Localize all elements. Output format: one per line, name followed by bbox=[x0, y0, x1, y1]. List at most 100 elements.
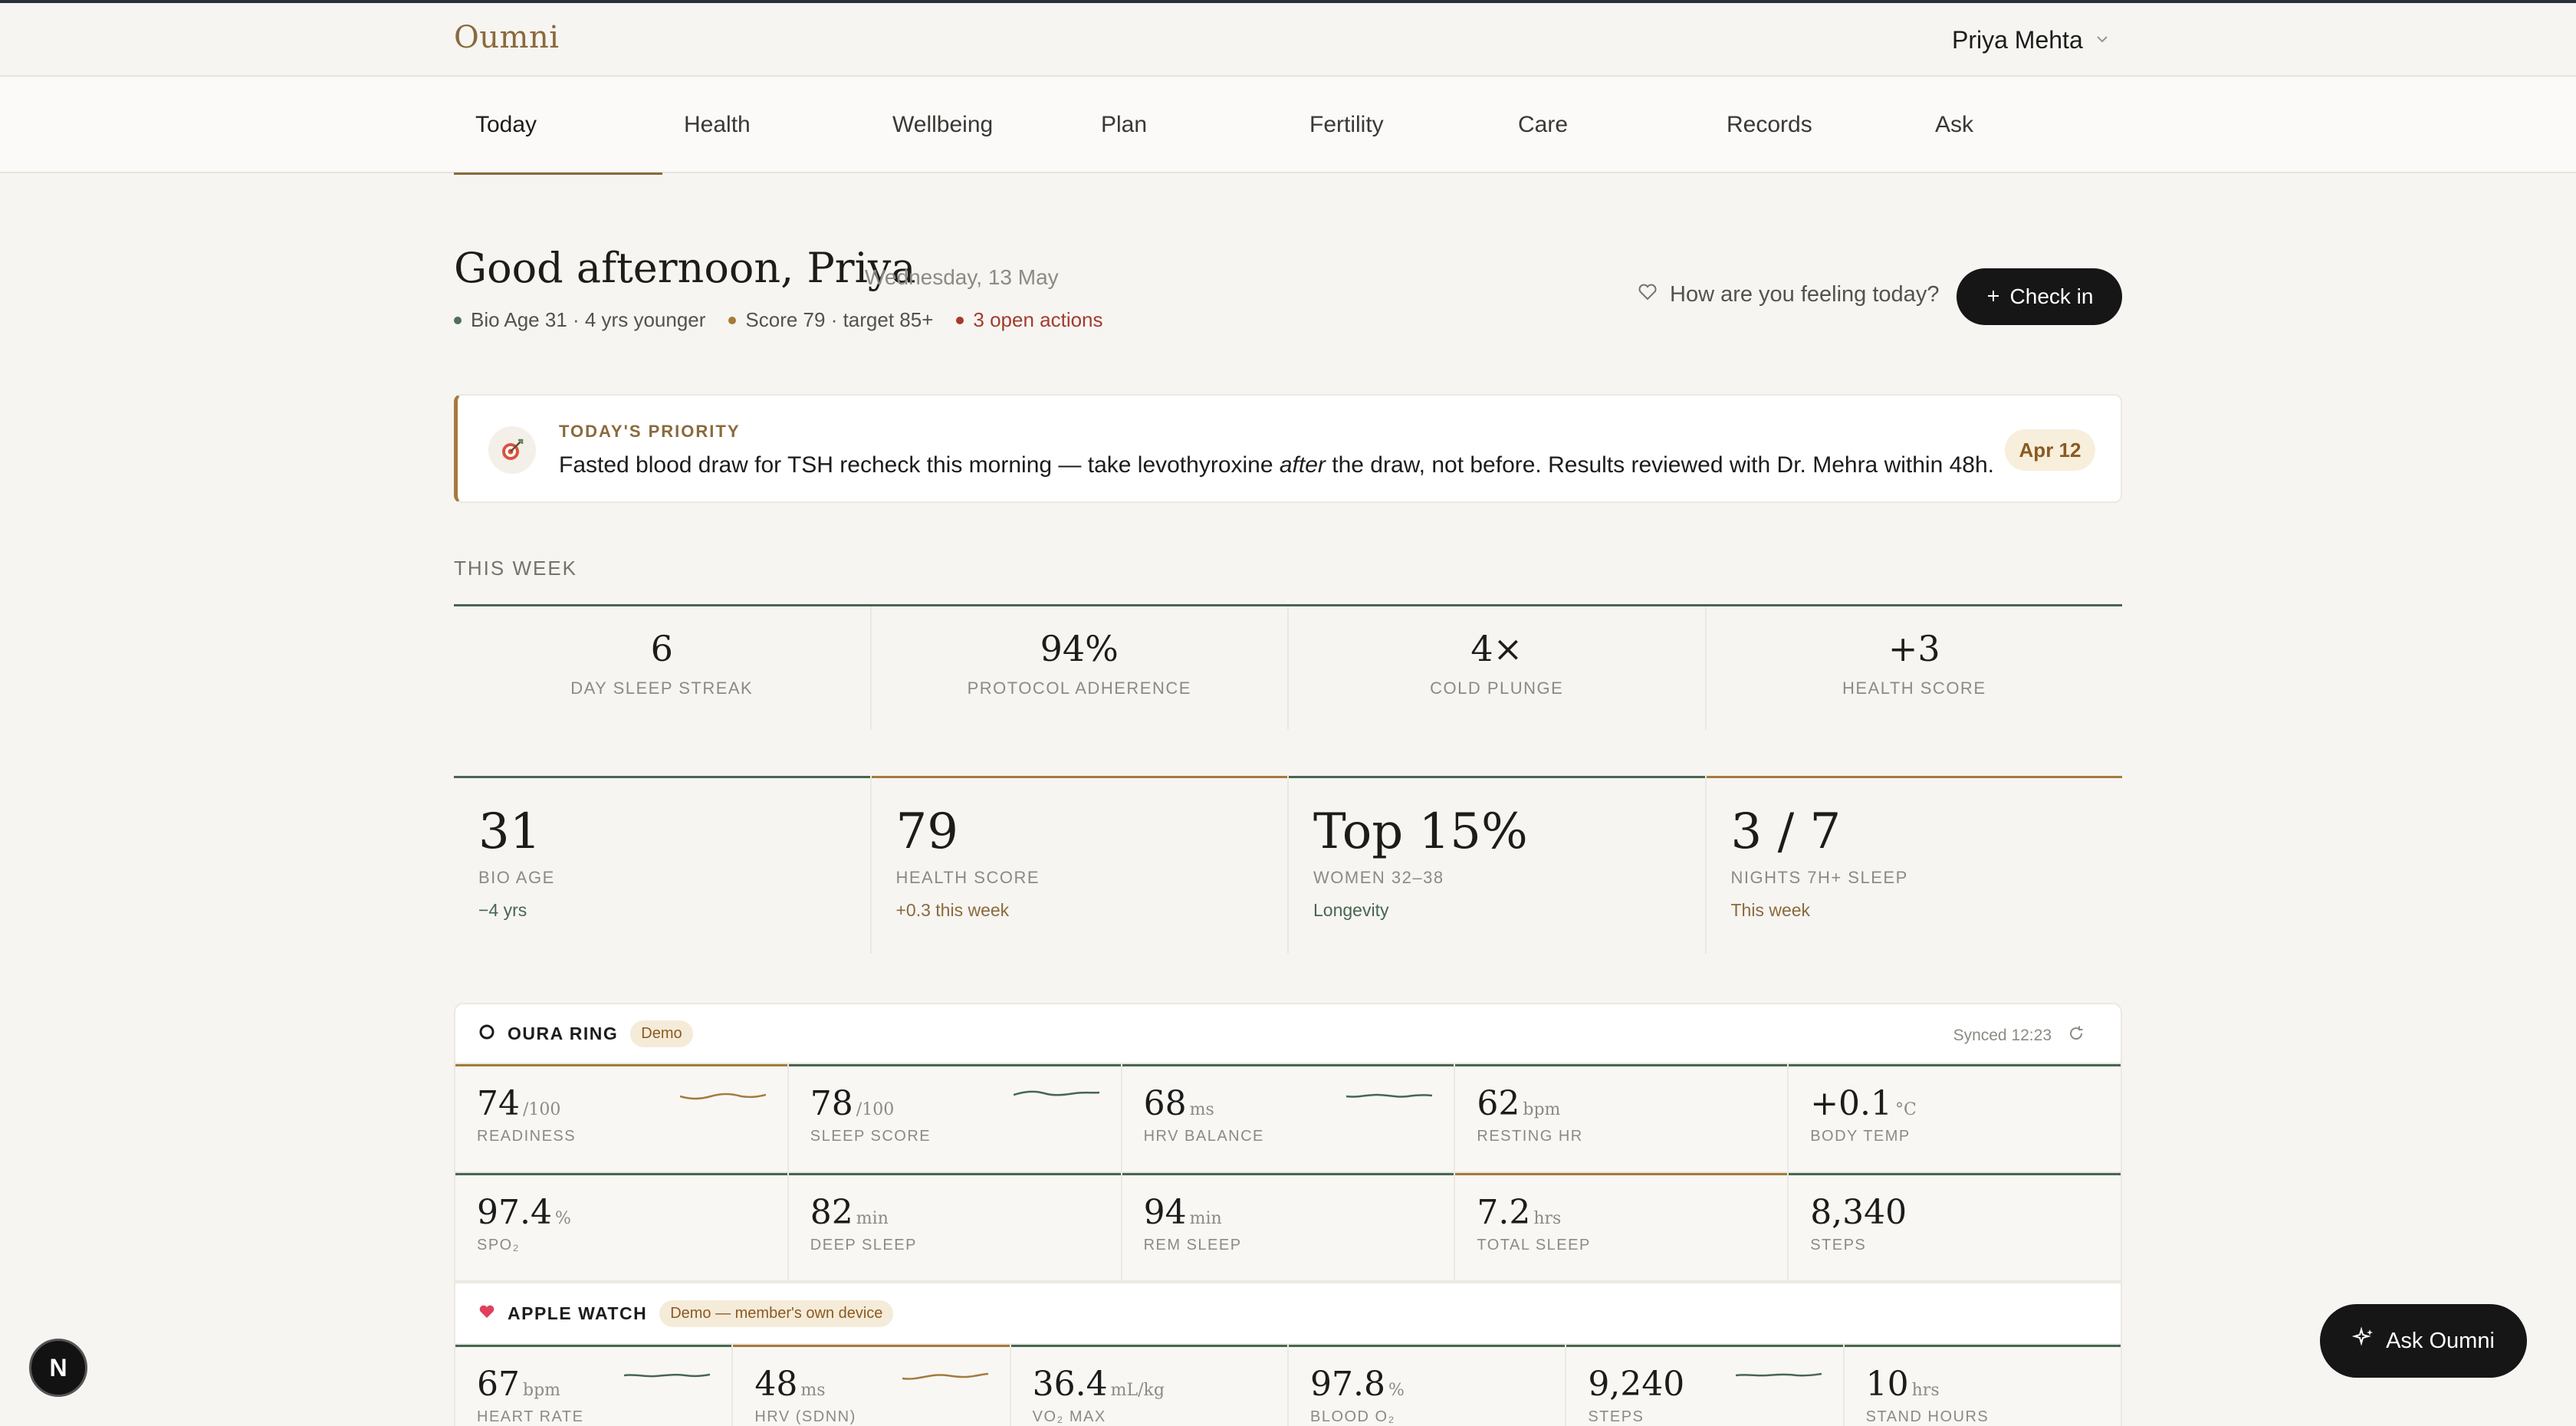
target-icon bbox=[488, 426, 536, 474]
stat-sleep-nights[interactable]: 3 / 7 NIGHTS 7H+ SLEEP This week bbox=[1706, 776, 2123, 954]
stat-sub: −4 yrs bbox=[478, 900, 527, 920]
week-stat-label: HEALTH SCORE bbox=[1842, 678, 1986, 698]
tab-label: Records bbox=[1727, 112, 1812, 137]
metric-value: 10 bbox=[1865, 1365, 1909, 1404]
sparkline bbox=[1735, 1372, 1822, 1377]
metric-vo2-max[interactable]: 36.4 mL/kg VO₂ MAX bbox=[1010, 1345, 1289, 1426]
metric-body-temp[interactable]: +0.1 °C BODY TEMP bbox=[1789, 1064, 2121, 1171]
metric-resting-hr[interactable]: 62 bpm RESTING HR bbox=[1455, 1064, 1789, 1171]
metric-unit: bpm bbox=[1523, 1100, 1561, 1119]
meta-text: Score 79 · target 85+ bbox=[745, 308, 934, 331]
metric-value: 36.4 bbox=[1032, 1365, 1108, 1404]
meta-text: 3 open actions bbox=[973, 308, 1103, 331]
metric-label: READINESS bbox=[477, 1128, 577, 1145]
metric-unit: ms bbox=[1189, 1100, 1214, 1119]
tab-records[interactable]: Records bbox=[1705, 77, 1914, 173]
metric-row: 67 bpm HEART RATE 48 ms HRV (SDNN) 36.4 mL/… bbox=[455, 1345, 2121, 1426]
metric-value: 7.2 bbox=[1477, 1193, 1531, 1232]
stat-value: 3 / 7 bbox=[1730, 803, 1842, 860]
metric-label: SLEEP SCORE bbox=[810, 1128, 932, 1145]
metric-steps-watch[interactable]: 9,240 STEPS bbox=[1566, 1345, 1845, 1426]
brand-logo[interactable]: Oumni bbox=[454, 20, 560, 55]
stat-bio-age[interactable]: 31 BIO AGE −4 yrs bbox=[454, 776, 872, 954]
metric-blood-oxygen[interactable]: 97.8% BLOOD O₂ bbox=[1288, 1345, 1567, 1426]
metric-readiness[interactable]: 74/100 READINESS bbox=[455, 1064, 789, 1171]
metric-spo2[interactable]: 97.4% SPO₂ bbox=[455, 1173, 789, 1280]
demo-badge: Demo bbox=[630, 1020, 693, 1047]
tab-health[interactable]: Health bbox=[662, 77, 871, 173]
metric-unit: /100 bbox=[856, 1100, 895, 1119]
metric-sleep-score[interactable]: 78/100 SLEEP SCORE bbox=[788, 1064, 1122, 1171]
tab-label: Ask bbox=[1935, 112, 1974, 137]
metric-label: RESTING HR bbox=[1477, 1128, 1583, 1145]
week-stat-label: COLD PLUNGE bbox=[1430, 678, 1564, 698]
metric-label: HRV (SDNN) bbox=[754, 1408, 856, 1425]
ring-icon bbox=[478, 1024, 495, 1044]
stat-percentile[interactable]: Top 15% WOMEN 32–38 Longevity bbox=[1289, 776, 1707, 954]
dev-tools-badge[interactable]: N bbox=[29, 1339, 87, 1397]
week-stat: 6 DAY SLEEP STREAK bbox=[454, 606, 872, 730]
metric-hrv-sdnn[interactable]: 48 ms HRV (SDNN) bbox=[733, 1345, 1011, 1426]
tab-wellbeing[interactable]: Wellbeing bbox=[871, 77, 1079, 173]
metric-deep-sleep[interactable]: 82 min DEEP SLEEP bbox=[788, 1173, 1122, 1280]
sync-status: Synced 12:23 bbox=[1953, 1024, 2085, 1047]
device-header: APPLE WATCH Demo — member's own device bbox=[455, 1283, 2121, 1345]
metric-label: VO₂ MAX bbox=[1032, 1408, 1106, 1425]
tab-label: Wellbeing bbox=[892, 112, 994, 137]
meta-score: Score 79 · target 85+ bbox=[728, 308, 933, 332]
stat-health-score[interactable]: 79 HEALTH SCORE +0.3 this week bbox=[871, 776, 1289, 954]
tab-plan[interactable]: Plan bbox=[1079, 77, 1288, 173]
week-stat-value: 94% bbox=[1040, 628, 1119, 669]
metric-stand-hours[interactable]: 10 hrs STAND HOURS bbox=[1844, 1345, 2121, 1426]
device-name: OURA RING bbox=[508, 1023, 619, 1043]
tab-label: Health bbox=[684, 112, 751, 137]
week-stat-value: +3 bbox=[1888, 628, 1940, 669]
priority-card[interactable]: TODAY'S PRIORITY Fasted blood draw for T… bbox=[454, 394, 2122, 503]
tab-label: Fertility bbox=[1309, 112, 1384, 137]
meta-open-actions[interactable]: 3 open actions bbox=[956, 308, 1103, 332]
key-stats: 31 BIO AGE −4 yrs 79 HEALTH SCORE +0.3 this … bbox=[454, 776, 2122, 954]
stat-sub: +0.3 this week bbox=[895, 900, 1010, 920]
metric-label: STEPS bbox=[1588, 1408, 1644, 1425]
feeling-text: How are you feeling today? bbox=[1670, 282, 1940, 307]
stat-value: 79 bbox=[895, 803, 958, 860]
feeling-prompt[interactable]: How are you feeling today? bbox=[1638, 282, 1939, 307]
sparkline bbox=[1346, 1093, 1433, 1098]
metric-hrv-balance[interactable]: 68 ms HRV BALANCE bbox=[1122, 1064, 1456, 1171]
metric-total-sleep[interactable]: 7.2 hrs TOTAL SLEEP bbox=[1455, 1173, 1789, 1280]
refresh-icon[interactable] bbox=[2067, 1024, 2085, 1047]
metric-heart-rate[interactable]: 67 bpm HEART RATE bbox=[455, 1345, 734, 1426]
priority-text: Fasted blood draw for TSH recheck this m… bbox=[559, 452, 1994, 478]
user-menu[interactable]: Priya Mehta bbox=[1952, 26, 2114, 54]
stat-label: BIO AGE bbox=[478, 868, 555, 887]
top-bar: Oumni Priya Mehta bbox=[0, 3, 2576, 77]
metric-value: 74 bbox=[477, 1084, 520, 1123]
tab-ask[interactable]: Ask bbox=[1914, 77, 2122, 173]
metric-unit: % bbox=[1388, 1381, 1405, 1400]
tab-care[interactable]: Care bbox=[1497, 77, 1705, 173]
week-stat: 4× COLD PLUNGE bbox=[1289, 606, 1707, 730]
apple-watch-panel: APPLE WATCH Demo — member's own device 6… bbox=[454, 1283, 2122, 1426]
metric-rem-sleep[interactable]: 94 min REM SLEEP bbox=[1122, 1173, 1456, 1280]
ask-oumni-button[interactable]: Ask Oumni bbox=[2320, 1304, 2527, 1378]
metric-unit: hrs bbox=[1533, 1209, 1562, 1228]
section-title-this-week: THIS WEEK bbox=[454, 557, 578, 580]
heart-icon bbox=[478, 1304, 495, 1323]
metric-unit: min bbox=[856, 1209, 889, 1228]
metric-label: BLOOD O₂ bbox=[1309, 1408, 1395, 1425]
sync-time: Synced 12:23 bbox=[1953, 1027, 2052, 1044]
tab-fertility[interactable]: Fertility bbox=[1288, 77, 1497, 173]
priority-text-part: Fasted blood draw for TSH recheck this m… bbox=[559, 452, 1280, 478]
stat-sub: This week bbox=[1730, 900, 1811, 920]
week-stat: +3 HEALTH SCORE bbox=[1707, 606, 2123, 730]
metric-label: BODY TEMP bbox=[1810, 1128, 1911, 1145]
stat-value: 31 bbox=[478, 803, 541, 860]
device-header: OURA RING Demo Synced 12:23 bbox=[455, 1004, 2121, 1064]
metric-steps[interactable]: 8,340 STEPS bbox=[1789, 1173, 2121, 1280]
tab-label: Plan bbox=[1101, 112, 1148, 137]
priority-label: TODAY'S PRIORITY bbox=[559, 422, 741, 441]
tab-today[interactable]: Today bbox=[454, 77, 662, 175]
priority-text-part: the draw, not before. Results reviewed w… bbox=[1325, 452, 1995, 478]
check-in-button[interactable]: Check in bbox=[1957, 268, 2122, 325]
metric-label: HEART RATE bbox=[477, 1408, 584, 1425]
